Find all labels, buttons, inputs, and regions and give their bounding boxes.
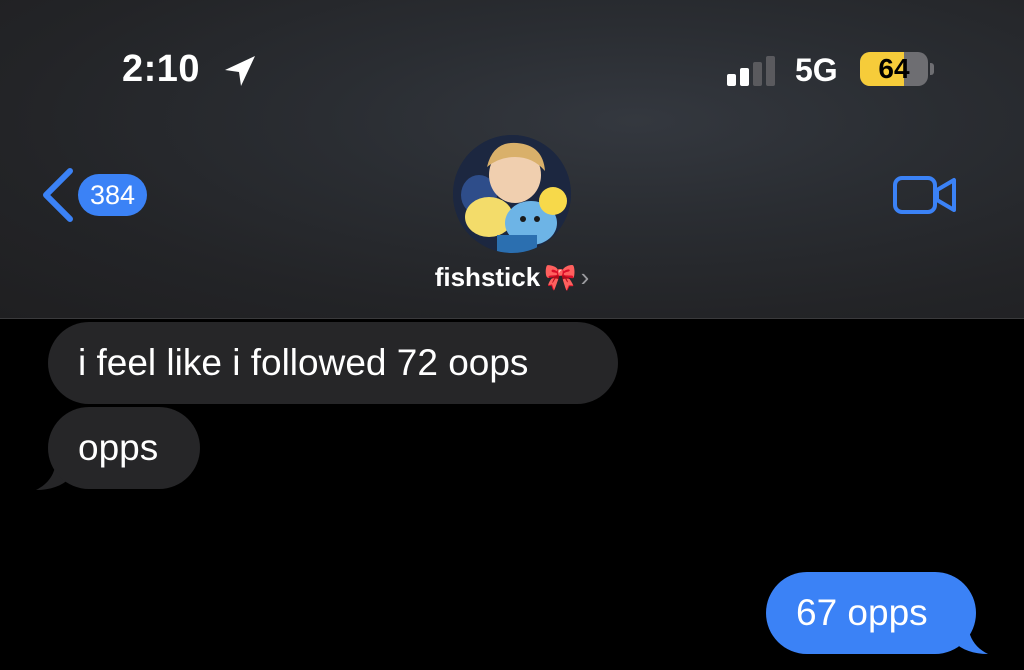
contact-name: fishstick [434,262,541,292]
battery-icon: 64 [860,52,928,86]
unread-count-badge: 384 [78,174,148,216]
message-text: 67 opps [796,592,928,633]
conversation-header: 2:10 5G 64 384 fishstick 🎀 › [0,0,1024,319]
contact-name-row[interactable]: fishstick 🎀 › [0,262,1024,293]
contact-avatar[interactable] [453,135,571,253]
status-time: 2:10 [122,48,201,90]
battery-percent: 64 [878,53,910,84]
video-camera-icon[interactable] [892,172,958,218]
ribbon-emoji: 🎀 [544,262,577,292]
avatar-image [453,135,571,253]
back-button[interactable]: 384 [38,166,168,224]
message-text: opps [78,427,159,468]
message-bubble-sent[interactable]: 67 opps [766,572,976,654]
network-type: 5G [795,52,838,88]
message-bubble-received[interactable]: opps [48,407,200,489]
battery-nub [930,63,934,75]
location-arrow-icon [225,56,255,86]
chevron-right-icon: › [580,262,590,292]
message-text: i feel like i followed 72 oops [78,342,529,383]
signal-strength-icon [727,54,779,86]
chevron-left-icon [43,168,73,222]
message-bubble-received[interactable]: i feel like i followed 72 oops [48,322,618,404]
